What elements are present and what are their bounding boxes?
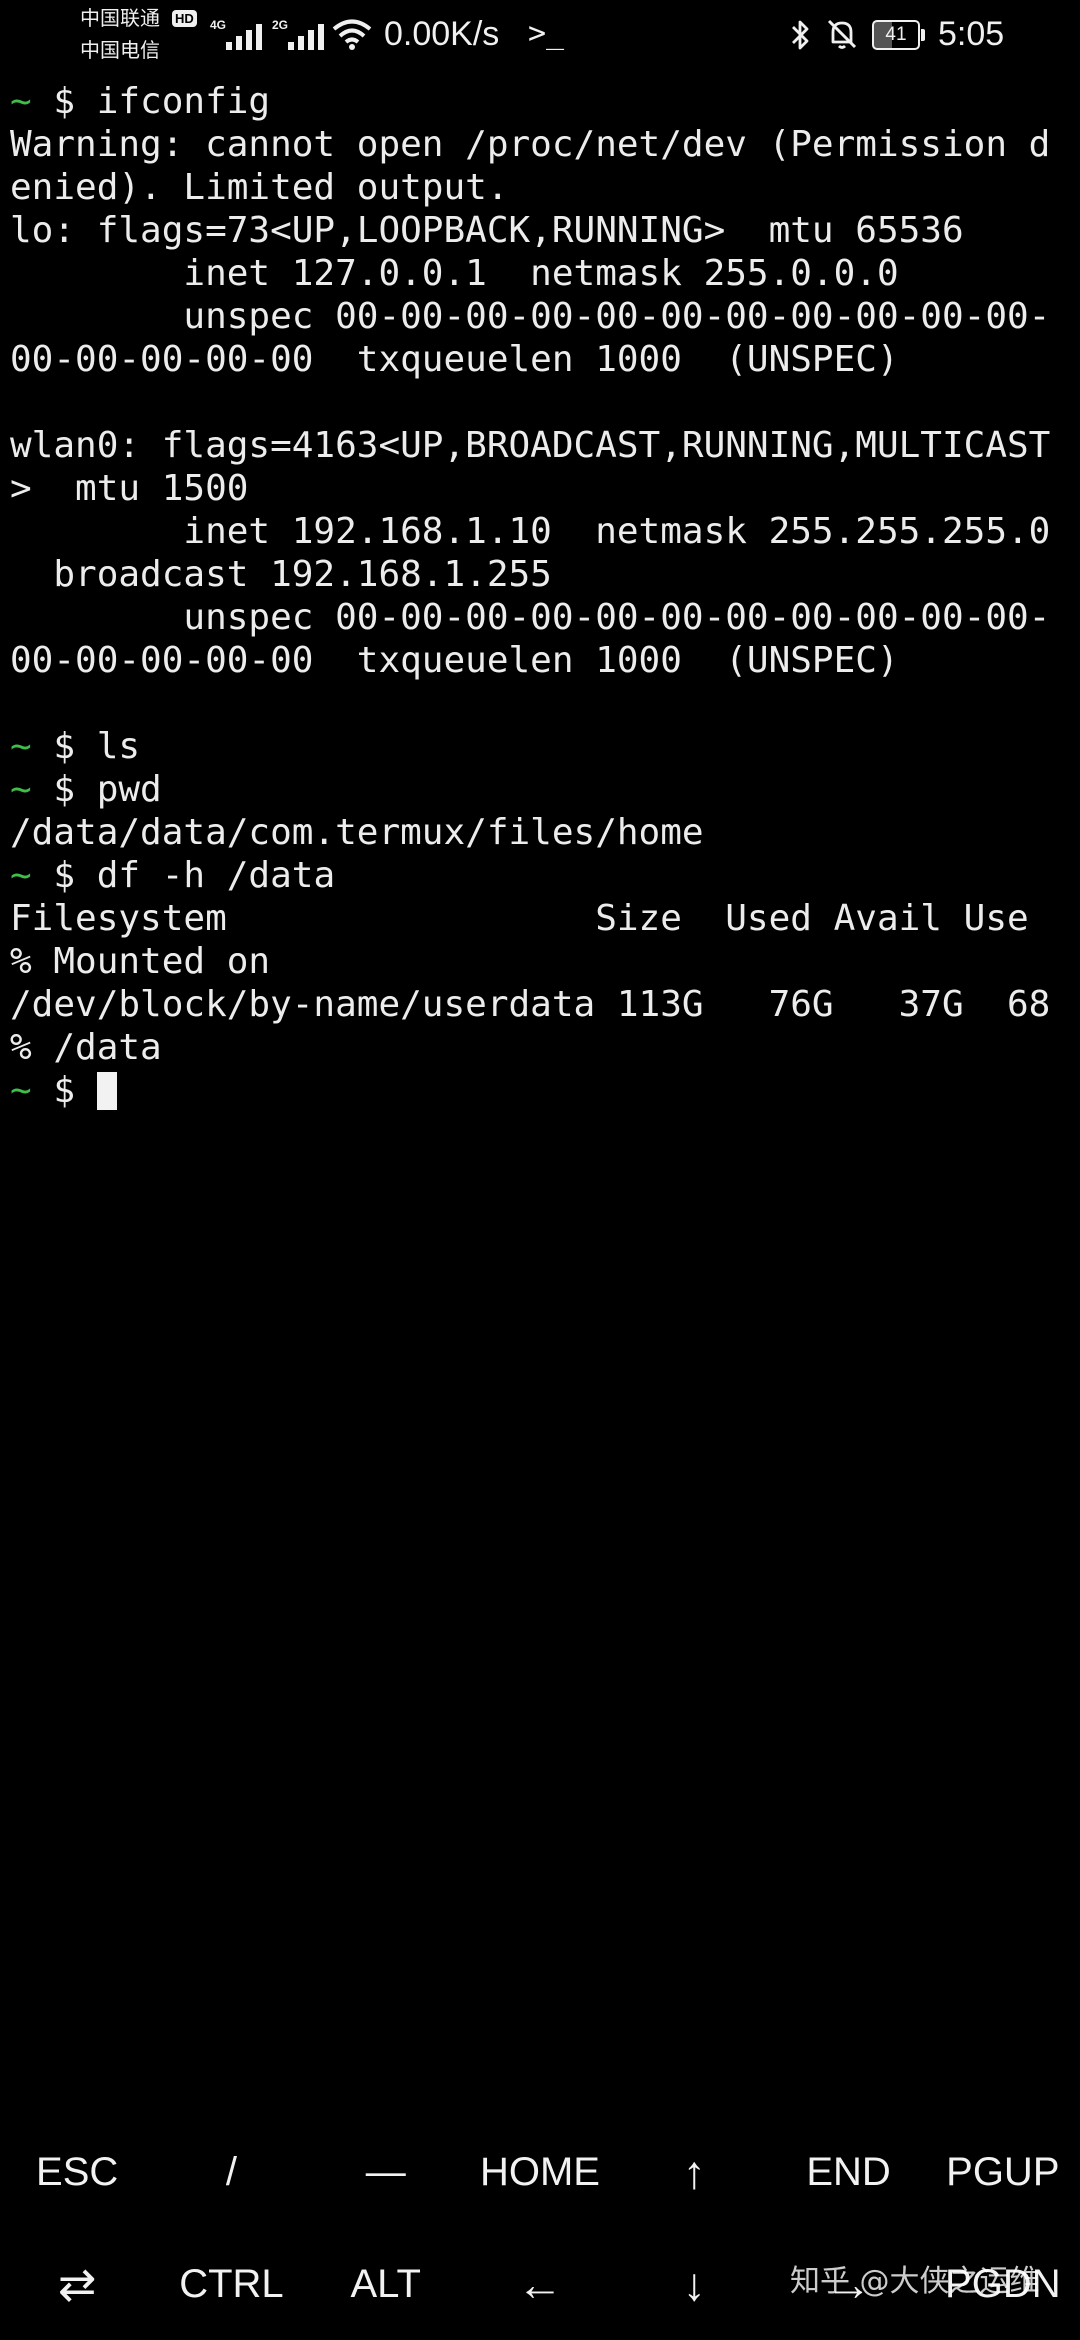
- signal-icon: 4G: [210, 18, 270, 52]
- prompt-command: $ ls: [31, 726, 141, 767]
- mute-icon: [827, 19, 857, 49]
- terminal-output-line: lo: flags=73<UP,LOOPBACK,RUNNING> mtu 65…: [10, 210, 964, 251]
- terminal-output-line: enied). Limited output.: [10, 167, 509, 208]
- terminal-prompt-line: ~ $ df -h /data: [10, 854, 1076, 897]
- carrier-1-label: 中国联通: [80, 8, 160, 30]
- wifi-icon: [332, 19, 372, 50]
- prompt-tilde: ~: [10, 1070, 32, 1111]
- tab-key[interactable]: ⇄: [0, 2228, 154, 2340]
- prompt-tilde: ~: [10, 855, 32, 896]
- prompt-tilde: ~: [10, 769, 32, 810]
- network-speed: 0.00K/s: [384, 15, 500, 53]
- terminal-prompt-line: ~ $ ifconfig: [10, 80, 1076, 123]
- terminal-output-line: Filesystem Size Used Avail Use: [10, 898, 1029, 939]
- prompt-command: $: [31, 1070, 97, 1111]
- pgup-key[interactable]: PGUP: [926, 2116, 1080, 2228]
- text-cursor: [96, 1072, 117, 1110]
- ctrl-key[interactable]: CTRL: [154, 2228, 308, 2340]
- terminal-output-line: > mtu 1500: [10, 468, 249, 509]
- esc-key[interactable]: ESC: [0, 2116, 154, 2228]
- clock: 5:05: [938, 15, 1005, 53]
- terminal-output-line: 00-00-00-00-00 txqueuelen 1000 (UNSPEC): [10, 640, 899, 681]
- terminal-prompt-line: ~ $ pwd: [10, 768, 1076, 811]
- terminal-output-line: /data/data/com.termux/files/home: [10, 812, 704, 853]
- battery-icon: 41: [872, 20, 920, 50]
- carrier-2-label: 中国电信: [80, 40, 160, 62]
- terminal-output-line: % /data: [10, 1027, 162, 1068]
- prompt-tilde: ~: [10, 726, 32, 767]
- terminal-output-line: Warning: cannot open /proc/net/dev (Perm…: [10, 124, 1051, 165]
- terminal-output-line: inet 192.168.1.10 netmask 255.255.255.0: [10, 511, 1051, 552]
- prompt-command: $ ifconfig: [31, 81, 271, 122]
- terminal-output-line: % Mounted on: [10, 941, 271, 982]
- prompt-tilde: ~: [10, 81, 32, 122]
- terminal-prompt-line: ~ $ ls: [10, 725, 1076, 768]
- bluetooth-icon: [792, 20, 809, 50]
- terminal-output-line: /dev/block/by-name/userdata 113G 76G 37G…: [10, 984, 1051, 1025]
- home-key[interactable]: HOME: [463, 2116, 617, 2228]
- battery-tip: [921, 29, 925, 41]
- prompt-command: $ df -h /data: [31, 855, 336, 896]
- prompt-command: $ pwd: [31, 769, 162, 810]
- alt-key[interactable]: ALT: [309, 2228, 463, 2340]
- extra-keys-bar: ESC / — HOME ↑ END PGUP ⇄ CTRL ALT ← ↓ →…: [0, 2116, 1080, 2340]
- watermark: 知乎 @大侠之运维: [790, 2264, 1040, 2299]
- terminal-output-line: 00-00-00-00-00 txqueuelen 1000 (UNSPEC): [10, 339, 899, 380]
- terminal-output[interactable]: ~ $ ifconfig Warning: cannot open /proc/n…: [10, 80, 1076, 1112]
- hd-badge: HD: [172, 10, 197, 27]
- terminal-output-line: unspec 00-00-00-00-00-00-00-00-00-00-00-: [10, 597, 1051, 638]
- down-arrow-key[interactable]: ↓: [617, 2228, 771, 2340]
- terminal-output-line: broadcast 192.168.1.255: [10, 554, 552, 595]
- status-bar: 中国联通 HD 中国电信 4G 2G 0.00K/s >_ 41 5:05: [0, 0, 1080, 72]
- end-key[interactable]: END: [771, 2116, 925, 2228]
- terminal-output-line: inet 127.0.0.1 netmask 255.0.0.0: [10, 253, 899, 294]
- battery-level-label: 41: [885, 24, 907, 45]
- signal-icon: 2G: [272, 18, 332, 52]
- terminal-indicator-icon: >_: [528, 16, 565, 51]
- dash-key[interactable]: —: [309, 2116, 463, 2228]
- terminal-output-line: unspec 00-00-00-00-00-00-00-00-00-00-00-: [10, 296, 1051, 337]
- slash-key[interactable]: /: [154, 2116, 308, 2228]
- left-arrow-key[interactable]: ←: [463, 2228, 617, 2340]
- terminal-current-prompt: ~ $: [10, 1069, 1076, 1112]
- terminal-output-line: wlan0: flags=4163<UP,BROADCAST,RUNNING,M…: [10, 425, 1051, 466]
- up-arrow-key[interactable]: ↑: [617, 2116, 771, 2228]
- extra-keys-row-1: ESC / — HOME ↑ END PGUP: [0, 2116, 1080, 2228]
